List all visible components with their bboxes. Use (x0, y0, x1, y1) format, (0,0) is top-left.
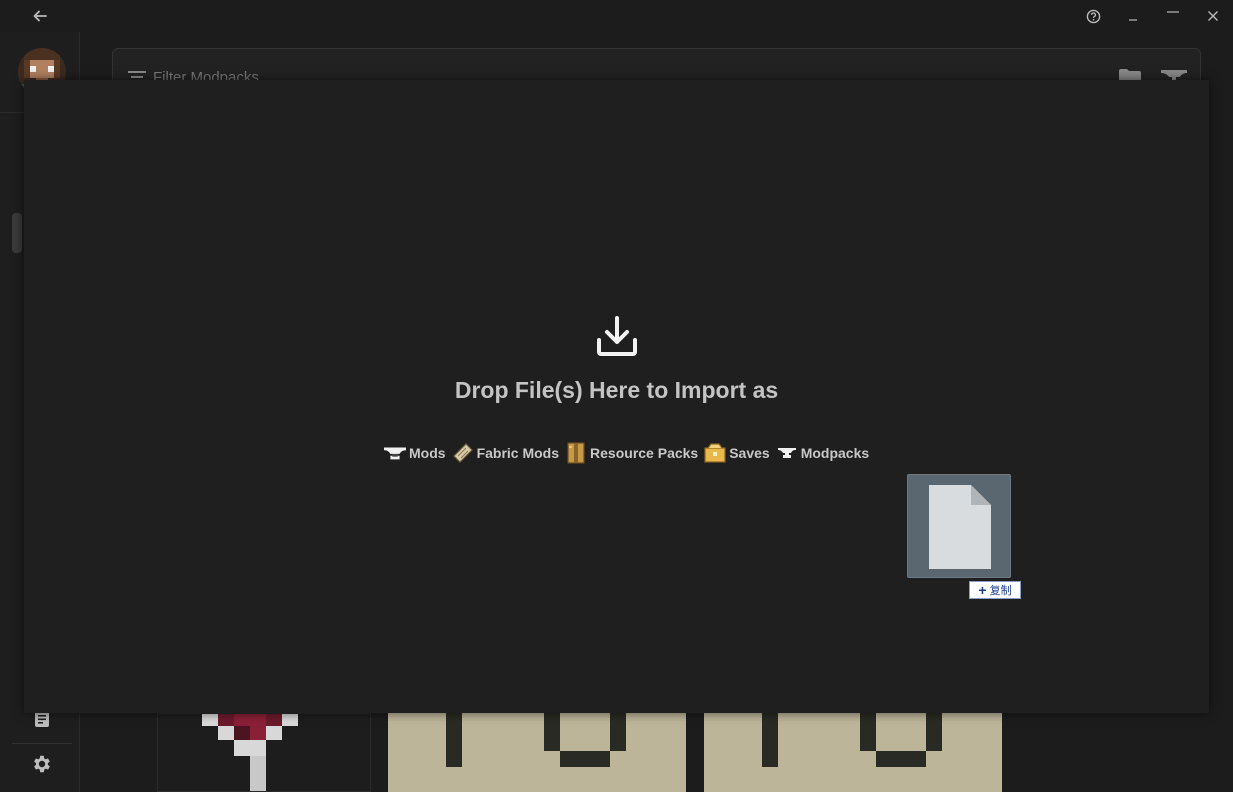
import-type-list: Mods Fabric Mods Resource Packs Saves Mo… (384, 440, 871, 466)
title-bar (0, 0, 1233, 32)
sidebar-bottom-divider (12, 743, 72, 744)
maximize-icon[interactable] (1163, 0, 1183, 20)
help-icon[interactable] (1083, 6, 1103, 26)
type-label: Saves (729, 445, 770, 461)
file-icon (929, 485, 991, 569)
type-resource-packs: Resource Packs (565, 442, 698, 464)
close-icon[interactable] (1203, 6, 1223, 26)
modpack-icon (776, 442, 798, 464)
back-arrow-icon[interactable] (30, 6, 50, 26)
drag-copy-badge: + 复制 (969, 581, 1021, 599)
resource-pack-icon (565, 442, 587, 464)
modpack-card-thumbnail[interactable] (157, 713, 371, 792)
minimize-icon[interactable] (1123, 6, 1143, 26)
type-label: Fabric Mods (476, 445, 560, 461)
type-fabric-mods: Fabric Mods (452, 442, 559, 464)
settings-gear-icon[interactable] (30, 752, 54, 776)
sidebar-active-indicator (12, 213, 22, 253)
type-saves: Saves (704, 442, 770, 464)
type-mods: Mods (384, 442, 446, 464)
type-label: Modpacks (800, 445, 870, 461)
drop-title: Drop File(s) Here to Import as (454, 377, 779, 403)
drag-file-ghost (907, 474, 1011, 578)
type-label: Mods (409, 445, 446, 461)
type-modpacks: Modpacks (776, 442, 869, 464)
drag-copy-label: 复制 (989, 585, 1012, 597)
modpack-card-thumbnail[interactable] (388, 713, 686, 792)
type-label: Resource Packs (590, 445, 699, 461)
save-chest-icon (704, 442, 726, 464)
modpack-card-thumbnail[interactable] (704, 713, 1002, 792)
fabric-icon (452, 442, 474, 464)
plus-icon: + (978, 582, 987, 598)
anvil-icon (384, 442, 406, 464)
download-icon (596, 316, 638, 358)
drop-overlay[interactable]: Drop File(s) Here to Import as Mods Fabr… (24, 80, 1209, 713)
